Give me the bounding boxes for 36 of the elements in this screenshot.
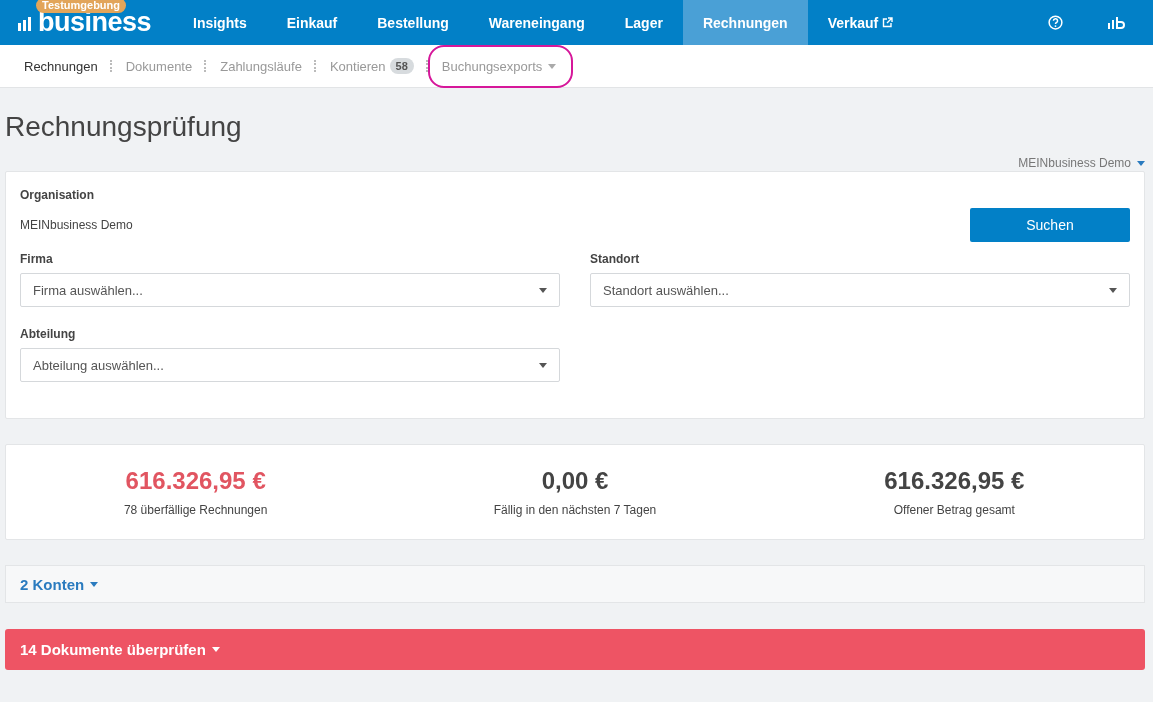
select-field[interactable]: Firma auswählen... <box>20 273 560 307</box>
logo-text: business <box>38 10 152 34</box>
amount-caption: Fällig in den nächsten 7 Tagen <box>492 503 658 517</box>
field-label: Organisation <box>20 188 95 202</box>
subnav-tab[interactable]: Kontieren 58 <box>329 58 414 74</box>
amount-value: 0,00 € <box>540 467 610 495</box>
accounts-panel-header[interactable]: 2 Konten <box>5 565 1145 603</box>
search-button[interactable]: Suchen <box>970 208 1130 242</box>
organisation-value: MEINbusiness Demo <box>20 218 133 232</box>
help-icon[interactable] <box>1048 15 1063 30</box>
nav-tab[interactable]: Bestellung <box>357 0 469 45</box>
subnav-tab[interactable]: Zahlungsläufe <box>220 58 302 74</box>
environment-badge: Testumgebung <box>36 0 126 13</box>
nav-tab[interactable]: Lager <box>604 0 683 45</box>
field-label: Abteilung <box>20 327 77 341</box>
page-title: Rechnungsprüfung <box>5 110 243 144</box>
logo-mark-icon[interactable] <box>1108 16 1126 29</box>
organisation-switcher[interactable]: MEINbusiness Demo <box>1018 155 1145 171</box>
select-field[interactable]: Abteilung auswählen... <box>20 348 560 382</box>
amount-value: 616.326,95 € <box>124 467 267 495</box>
amount-caption: 78 überfällige Rechnungen <box>122 503 269 517</box>
select-field[interactable]: Standort auswählen... <box>590 273 1130 307</box>
subnav-tab[interactable]: Dokumente <box>125 58 193 74</box>
review-panel-header[interactable]: 14 Dokumente überprüfen <box>5 629 1145 670</box>
nav-tab[interactable]: Rechnungen <box>682 0 808 45</box>
field-label: Firma <box>20 252 54 266</box>
subnav-tab[interactable]: Buchungsexports <box>429 46 572 86</box>
amount-value: 616.326,95 € <box>883 467 1026 495</box>
nav-tab[interactable]: Insights <box>173 0 267 45</box>
nav-tab[interactable]: Verkauf <box>807 0 914 45</box>
count-badge: 58 <box>389 58 414 74</box>
subnav-tab[interactable]: Rechnungen <box>24 58 98 74</box>
nav-tab[interactable]: Wareneingang <box>468 0 605 45</box>
amount-caption: Offener Betrag gesamt <box>892 503 1016 517</box>
field-label: Standort <box>590 252 641 266</box>
nav-tab[interactable]: Einkauf <box>266 0 358 45</box>
